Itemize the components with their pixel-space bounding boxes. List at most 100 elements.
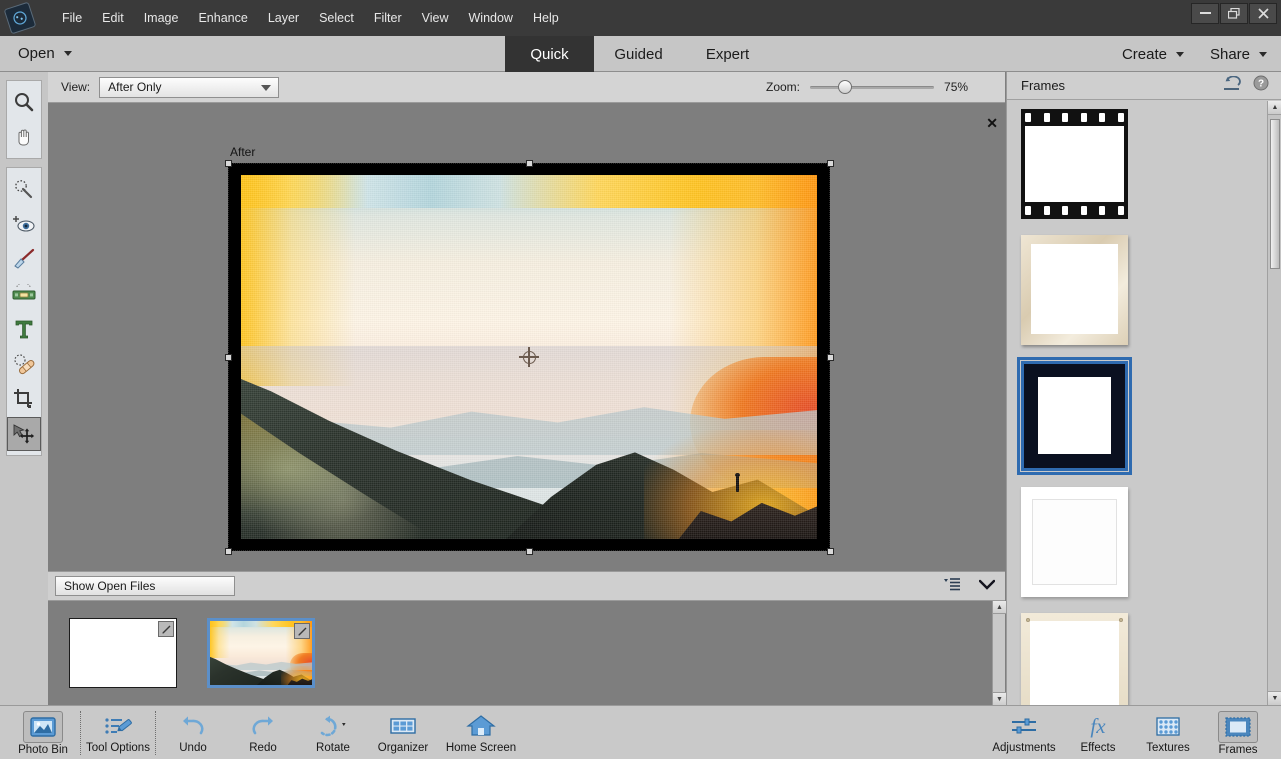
type-tool[interactable]	[7, 312, 41, 346]
straighten-tool[interactable]	[7, 277, 41, 311]
organizer-button[interactable]: Organizer	[368, 709, 438, 754]
menu-window[interactable]: Window	[459, 7, 523, 29]
close-document-icon[interactable]: ✕	[986, 116, 998, 130]
tab-expert[interactable]: Expert	[683, 36, 772, 72]
zoom-value: 75%	[944, 80, 969, 94]
open-button[interactable]: Open	[18, 45, 72, 62]
menu-layer[interactable]: Layer	[258, 7, 309, 29]
frame-swatch-black-mat[interactable]	[1017, 357, 1149, 487]
zoom-slider[interactable]	[810, 80, 935, 94]
bottom-toolbar: Photo Bin Tool Options Undo Redo Rotate …	[0, 705, 1281, 759]
photo-bin-scrollbar[interactable]: ▲ ▼	[992, 601, 1006, 705]
menu-select[interactable]: Select	[309, 7, 364, 29]
handle-top-center[interactable]	[526, 160, 533, 167]
scrollbar-thumb[interactable]	[1270, 119, 1280, 269]
zoom-slider-thumb[interactable]	[838, 80, 853, 94]
menu-file[interactable]: File	[52, 7, 92, 29]
rotate-button[interactable]: Rotate	[298, 709, 368, 754]
hand-tool[interactable]	[7, 120, 41, 154]
handle-middle-left[interactable]	[225, 354, 232, 361]
undo-button[interactable]: Undo	[158, 709, 228, 754]
frames-button[interactable]: Frames	[1203, 709, 1273, 756]
create-menu[interactable]: Create	[1122, 46, 1184, 63]
toolbar-divider	[80, 711, 81, 755]
quick-selection-tool[interactable]	[7, 172, 41, 206]
right-menus: Create Share	[1122, 36, 1267, 72]
red-eye-removal-tool[interactable]	[7, 207, 41, 241]
bottom-toolbar-left: Photo Bin Tool Options Undo Redo Rotate …	[8, 709, 524, 756]
menu-view[interactable]: View	[412, 7, 459, 29]
toolbar-divider	[155, 711, 156, 755]
restore-button[interactable]	[1220, 3, 1248, 24]
frames-panel-scrollbar[interactable]: ▲ ▼	[1267, 101, 1281, 705]
frames-panel-header: Frames ?	[1007, 72, 1281, 100]
chevron-down-icon	[1259, 51, 1267, 57]
frame-swatch-white-mat[interactable]	[1021, 487, 1149, 613]
photo-bin-bar-icons	[943, 577, 996, 596]
scroll-down-icon[interactable]: ▼	[1268, 691, 1281, 705]
undo-label: Undo	[179, 742, 207, 754]
photo-bin-strip[interactable]: ▲ ▼	[48, 601, 1006, 705]
undo-arrow-icon	[175, 711, 211, 741]
share-menu[interactable]: Share	[1210, 46, 1267, 63]
home-screen-button[interactable]: Home Screen	[438, 709, 524, 754]
redo-button[interactable]: Redo	[228, 709, 298, 754]
menu-image[interactable]: Image	[134, 7, 189, 29]
handle-bottom-left[interactable]	[225, 548, 232, 555]
frame-swatch-cream-polaroid[interactable]	[1021, 613, 1149, 705]
spot-healing-brush-tool[interactable]	[7, 347, 41, 381]
handle-top-left[interactable]	[225, 160, 232, 167]
frames-grid[interactable]	[1007, 101, 1268, 705]
framed-image[interactable]	[225, 160, 834, 555]
view-mode-value: After Only	[108, 80, 162, 94]
texture-grid-icon	[1150, 711, 1186, 741]
close-button[interactable]	[1249, 3, 1277, 24]
frame-swatch-vintage-paper[interactable]	[1021, 235, 1149, 361]
handle-bottom-center[interactable]	[526, 548, 533, 555]
handle-middle-right[interactable]	[827, 354, 834, 361]
zoom-label: Zoom:	[766, 80, 801, 94]
tool-group-edit	[6, 167, 42, 456]
mode-bar: Open Quick Guided Expert Create Share	[0, 36, 1281, 72]
menu-help[interactable]: Help	[523, 7, 569, 29]
tool-options-icon	[100, 711, 136, 741]
reset-icon[interactable]	[1222, 75, 1241, 96]
textures-label: Textures	[1146, 742, 1190, 754]
chevron-down-icon	[63, 51, 72, 56]
tool-options-button[interactable]: Tool Options	[83, 709, 153, 754]
scroll-down-icon[interactable]: ▼	[993, 692, 1006, 705]
view-mode-select[interactable]: After Only	[99, 76, 280, 98]
crop-tool[interactable]	[7, 382, 41, 416]
textures-button[interactable]: Textures	[1133, 709, 1203, 754]
menu-filter[interactable]: Filter	[364, 7, 412, 29]
photo-bin-thumb-blank[interactable]	[69, 618, 177, 688]
scroll-up-icon[interactable]: ▲	[993, 601, 1006, 614]
photoshop-elements-logo-icon	[3, 1, 37, 35]
menu-edit[interactable]: Edit	[92, 7, 134, 29]
chevron-down-icon[interactable]	[978, 577, 996, 595]
whiten-teeth-tool[interactable]	[7, 242, 41, 276]
photo-bin-thumb-mountain-sunset[interactable]	[207, 618, 315, 688]
photo-bin-button[interactable]: Photo Bin	[8, 709, 78, 756]
help-icon[interactable]: ?	[1253, 75, 1269, 96]
zoom-tool[interactable]	[7, 85, 41, 119]
adjustments-button[interactable]: Adjustments	[985, 709, 1063, 754]
handle-bottom-right[interactable]	[827, 548, 834, 555]
photo-bin-filter-select[interactable]: Show Open Files	[55, 576, 235, 596]
move-tool[interactable]	[7, 417, 41, 451]
effects-button[interactable]: fx Effects	[1063, 709, 1133, 754]
svg-text:fx: fx	[1090, 714, 1106, 738]
frame-swatch-film-strip[interactable]	[1021, 109, 1149, 235]
handle-top-right[interactable]	[827, 160, 834, 167]
create-label: Create	[1121, 45, 1167, 63]
canvas-area[interactable]: ✕ After	[48, 103, 1005, 571]
edited-badge-icon	[294, 623, 310, 639]
transform-pivot-icon[interactable]	[518, 346, 539, 367]
minimize-button[interactable]	[1191, 3, 1219, 24]
menu-enhance[interactable]: Enhance	[188, 7, 257, 29]
options-bar: View: After Only Zoom: 75%	[48, 72, 1005, 103]
tab-quick[interactable]: Quick	[505, 36, 594, 72]
scroll-up-icon[interactable]: ▲	[1268, 101, 1281, 115]
tab-guided[interactable]: Guided	[594, 36, 683, 72]
bin-options-icon[interactable]	[943, 577, 961, 596]
